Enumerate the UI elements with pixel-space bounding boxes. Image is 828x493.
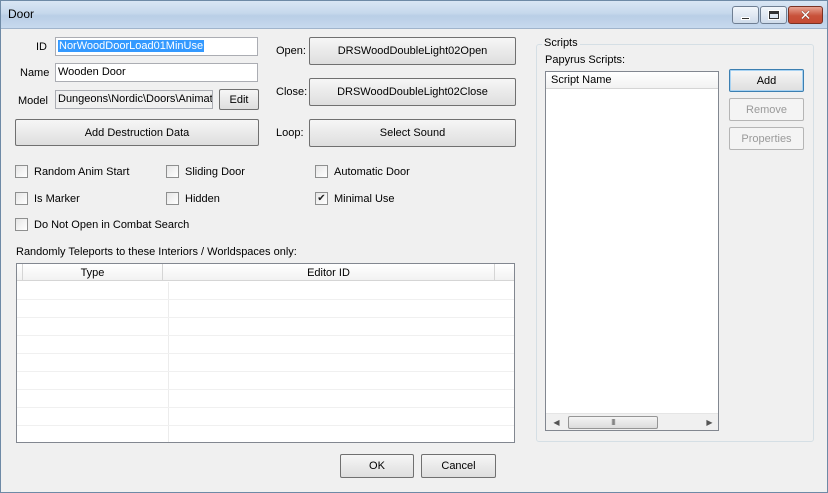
teleports-header: Type Editor ID [17,264,514,281]
checkbox-box [15,192,28,205]
checkbox-label: Is Marker [34,192,80,205]
scroll-right-icon[interactable]: ▶ [701,414,718,430]
table-row [17,408,514,426]
checkbox-label: Minimal Use [334,192,395,205]
checkbox-label: Do Not Open in Combat Search [34,218,190,231]
open-sound-button[interactable]: DRSWoodDoubleLight02Open [309,37,516,65]
table-row [17,300,514,318]
table-row [17,282,514,300]
maximize-button[interactable] [760,6,787,24]
hidden-checkbox[interactable]: Hidden [166,192,220,205]
scripts-group-title: Scripts [542,37,580,49]
checkbox-box [166,192,179,205]
column-header-script-name[interactable]: Script Name [546,72,718,89]
header-spacer [495,264,514,281]
minimize-icon [741,16,750,20]
checkbox-box [15,218,28,231]
model-field[interactable]: Dungeons\Nordic\Doors\Animat [55,90,213,109]
teleports-rows [17,282,514,442]
random-anim-start-checkbox[interactable]: Random Anim Start [15,165,129,178]
model-label: Model [18,95,48,107]
loop-sound-label: Loop: [276,127,304,139]
close-icon: ✕ [799,7,812,23]
id-label: ID [36,41,47,53]
close-sound-label: Close: [276,86,308,98]
name-label: Name [20,67,50,79]
minimal-use-checkbox[interactable]: Minimal Use [315,192,395,205]
cancel-button[interactable]: Cancel [421,454,496,478]
window-title: Door [8,7,35,21]
automatic-door-checkbox[interactable]: Automatic Door [315,165,410,178]
sliding-door-checkbox[interactable]: Sliding Door [166,165,245,178]
properties-button[interactable]: Properties [729,127,804,150]
checkbox-label: Sliding Door [185,165,245,178]
add-script-button[interactable]: Add [729,69,804,92]
is-marker-checkbox[interactable]: Is Marker [15,192,80,205]
table-row [17,318,514,336]
teleports-list[interactable]: Type Editor ID [16,263,515,443]
checkbox-box [166,165,179,178]
checkbox-box [315,165,328,178]
papyrus-scripts-caption: Papyrus Scripts: [545,54,626,66]
door-dialog: Door ✕ ID NorWoodDoorLoad01MinUse Name W… [0,0,828,493]
column-header-editor-id[interactable]: Editor ID [163,264,495,281]
table-row [17,372,514,390]
remove-script-button[interactable]: Remove [729,98,804,121]
table-row [17,354,514,372]
id-value: NorWoodDoorLoad01MinUse [58,40,205,52]
loop-sound-button[interactable]: Select Sound [309,119,516,147]
add-destruction-data-button[interactable]: Add Destruction Data [15,119,259,146]
open-sound-label: Open: [276,45,306,57]
edit-model-button[interactable]: Edit [219,89,259,110]
close-sound-button[interactable]: DRSWoodDoubleLight02Close [309,78,516,106]
title-bar[interactable]: Door ✕ [1,1,827,29]
table-row [17,336,514,354]
checkbox-box [15,165,28,178]
ok-button[interactable]: OK [340,454,414,478]
checkbox-label: Random Anim Start [34,165,130,178]
horizontal-scrollbar[interactable]: ◀ III ▶ [546,413,718,430]
name-field[interactable]: Wooden Door [55,63,258,82]
checkbox-box-checked [315,192,328,205]
checkbox-label: Automatic Door [334,165,410,178]
teleports-caption: Randomly Teleports to these Interiors / … [16,246,297,258]
table-row [17,390,514,408]
papyrus-scripts-list[interactable]: Script Name ◀ III ▶ [545,71,719,431]
table-row [17,426,514,442]
column-header-type[interactable]: Type [23,264,163,281]
scroll-left-icon[interactable]: ◀ [548,414,565,430]
maximize-icon [768,11,779,19]
id-field[interactable]: NorWoodDoorLoad01MinUse [55,37,258,56]
checkbox-label: Hidden [185,192,220,205]
minimize-button[interactable] [732,6,759,24]
scroll-thumb[interactable]: III [568,416,658,429]
close-window-button[interactable]: ✕ [788,6,823,24]
do-not-open-in-combat-checkbox[interactable]: Do Not Open in Combat Search [15,218,189,231]
